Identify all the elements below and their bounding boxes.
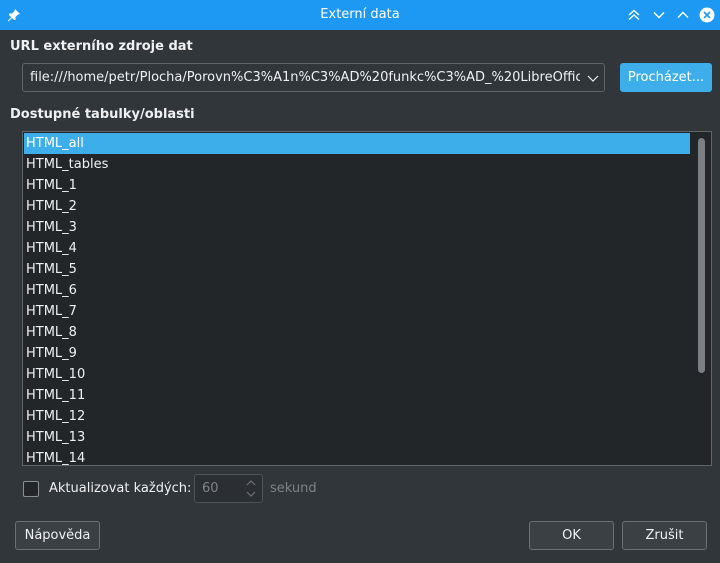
list-item[interactable]: HTML_13 [24, 427, 690, 448]
minimize-icon[interactable] [649, 5, 669, 25]
list-item[interactable]: HTML_12 [24, 406, 690, 427]
url-label: URL externího zdroje dat [10, 39, 193, 54]
help-button[interactable]: Nápověda [15, 521, 100, 550]
url-combobox[interactable]: file:///home/petr/Plocha/Porovn%C3%A1n%C… [22, 63, 605, 92]
list-item[interactable]: HTML_10 [24, 364, 690, 385]
list-item[interactable]: HTML_14 [24, 448, 690, 465]
keep-above-icon[interactable] [624, 5, 644, 25]
list-item[interactable]: HTML_2 [24, 196, 690, 217]
cancel-button[interactable]: Zrušit [622, 521, 707, 550]
refresh-interval-spinbox: 60 [194, 474, 263, 503]
title-bar: Externí data [0, 0, 720, 30]
refresh-checkbox[interactable] [23, 481, 39, 497]
chevron-up-icon [246, 480, 256, 486]
maximize-icon[interactable] [673, 5, 693, 25]
ok-button[interactable]: OK [529, 521, 614, 550]
list-item[interactable]: HTML_7 [24, 301, 690, 322]
list-item[interactable]: HTML_5 [24, 259, 690, 280]
list-item[interactable]: HTML_1 [24, 175, 690, 196]
scrollbar-thumb[interactable] [698, 138, 705, 373]
list-item[interactable]: HTML_all [24, 133, 690, 154]
list-item[interactable]: HTML_3 [24, 217, 690, 238]
chevron-down-icon [246, 491, 256, 497]
list-item[interactable]: HTML_11 [24, 385, 690, 406]
refresh-interval-value: 60 [202, 481, 219, 496]
window-title: Externí data [320, 7, 400, 22]
list-item[interactable]: HTML_4 [24, 238, 690, 259]
list-item[interactable]: HTML_9 [24, 343, 690, 364]
refresh-unit-label: sekund [270, 481, 317, 496]
refresh-label: Aktualizovat každých: [49, 481, 192, 496]
tables-list[interactable]: HTML_all HTML_tables HTML_1 HTML_2 HTML_… [22, 131, 712, 466]
url-value: file:///home/petr/Plocha/Porovn%C3%A1n%C… [30, 70, 580, 85]
chevron-down-icon [587, 75, 599, 82]
list-item[interactable]: HTML_8 [24, 322, 690, 343]
browse-button[interactable]: Procházet... [620, 63, 712, 92]
close-icon[interactable] [697, 5, 717, 25]
tables-label: Dostupné tabulky/oblasti [10, 107, 195, 122]
list-scrollbar[interactable] [698, 138, 705, 460]
list-item[interactable]: HTML_6 [24, 280, 690, 301]
list-item[interactable]: HTML_tables [24, 154, 690, 175]
